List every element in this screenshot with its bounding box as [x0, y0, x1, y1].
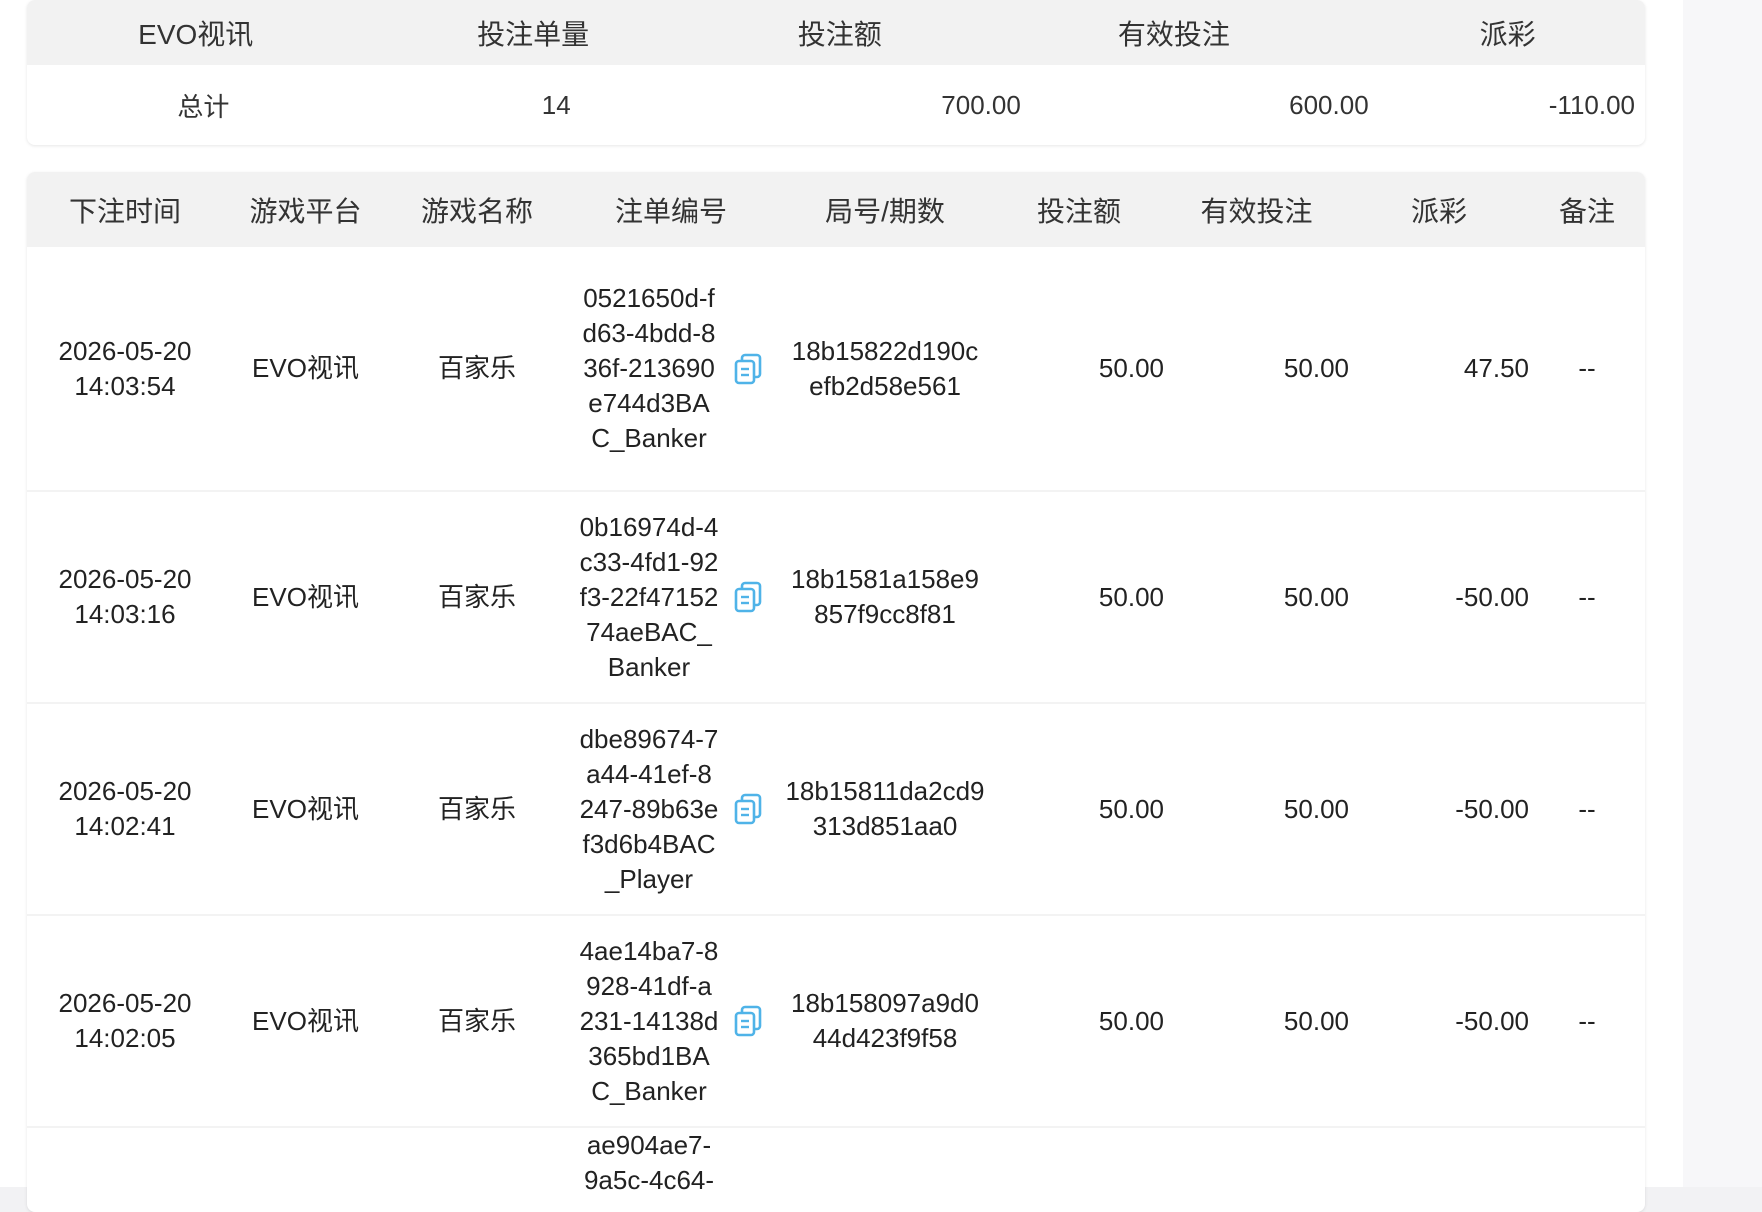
summary-total-row: 总计 14 700.00 600.00 -110.00	[27, 65, 1645, 145]
copy-icon[interactable]	[733, 581, 763, 613]
bet-time-cell: 2026-05-20 14:02:41	[27, 704, 223, 914]
platform-cell: EVO视讯	[252, 353, 359, 383]
table-body: 2026-05-20 14:03:54 EVO视讯 百家乐 0521650d-fd…	[27, 247, 1645, 1212]
platform-cell: EVO视讯	[252, 793, 359, 824]
game-name-cell: 百家乐	[437, 793, 516, 824]
order-id-text: dbe89674-7a44-41ef-8247-89b63ef3d6b4BAC_…	[579, 723, 719, 894]
bet-amount-cell: 50.00	[1098, 581, 1164, 612]
order-id-text: ae904ae7- 9a5c-4c64-	[583, 1130, 715, 1195]
game-name-cell: 百家乐	[437, 581, 516, 612]
header-valid-bet: 有效投注	[1200, 195, 1313, 227]
remark-cell: --	[1578, 581, 1596, 612]
bet-date: 2026-05-20	[58, 776, 192, 806]
header-bet-amount: 投注额	[1036, 195, 1121, 227]
round-text: 18b1581a158e9857f9cc8f81	[791, 564, 979, 629]
header-round: 局号/期数	[825, 195, 945, 227]
order-id-cell: 4ae14ba7-8928-41df-a231-14138d365bd1BAC_…	[566, 916, 776, 1126]
valid-bet-cell: 50.00	[1283, 353, 1349, 383]
bet-time-cell: 2026-05-20 14:03:16	[27, 492, 223, 702]
summary-header: EVO视讯 投注单量 投注额 有效投注 派彩	[27, 0, 1645, 65]
remark-cell: --	[1578, 1005, 1596, 1036]
valid-bet-cell: 50.00	[1283, 581, 1349, 612]
round-cell: 18b158097a9d044d423f9f58	[776, 916, 994, 1126]
bet-time: 14:02:41	[74, 811, 176, 841]
valid-bet-cell: 50.00	[1283, 1005, 1349, 1036]
bet-date: 2026-05-20	[58, 564, 192, 594]
header-remark: 备注	[1558, 195, 1615, 227]
bet-date: 2026-05-20	[58, 335, 192, 366]
order-id-text: 0521650d-fd63-4bdd-836f-213690e744d3BAC_…	[582, 283, 716, 453]
round-text: 18b15822d190cefb2d58e561	[791, 335, 979, 401]
copy-icon[interactable]	[733, 1005, 763, 1037]
header-platform: 游戏平台	[249, 195, 362, 227]
game-name-cell: 百家乐	[437, 1005, 516, 1036]
bet-amount-cell: 50.00	[1098, 1005, 1164, 1036]
table-header: 下注时间 游戏平台 游戏名称 注单编号 局号/期数 投注额 有效投注 派彩 备注	[27, 172, 1645, 247]
round-text: 18b15811da2cd9313d851aa0	[785, 776, 985, 841]
table-row: ae904ae7- 9a5c-4c64-	[27, 1128, 1645, 1212]
bet-amount-cell: 50.00	[1098, 793, 1164, 824]
bet-time: 14:03:54	[74, 370, 176, 401]
bet-records-page: EVO视讯 投注单量 投注额 有效投注 派彩 总计 14 700.00 600.…	[0, 0, 1683, 1212]
round-cell: 18b15811da2cd9313d851aa0	[776, 704, 994, 914]
remark-cell: --	[1578, 353, 1596, 383]
summary-total-label: 总计	[177, 91, 230, 122]
remark-cell: --	[1578, 793, 1596, 824]
platform-cell: EVO视讯	[252, 1005, 359, 1036]
summary-header-valid: 有效投注	[1117, 18, 1230, 50]
summary-total-count: 14	[541, 89, 571, 120]
order-id-cell: 0b16974d-4c33-4fd1-92f3-22f4715274aeBAC_…	[566, 492, 776, 702]
copy-icon[interactable]	[733, 793, 763, 825]
table-row: 2026-05-20 14:03:54 EVO视讯 百家乐 0521650d-fd…	[27, 247, 1645, 492]
payout-cell: -50.00	[1455, 793, 1529, 824]
order-id-cell: 0521650d-fd63-4bdd-836f-213690e744d3BAC_…	[566, 247, 776, 490]
summary-header-bet: 投注额	[797, 18, 882, 50]
platform-cell: EVO视讯	[252, 581, 359, 612]
payout-cell: -50.00	[1455, 1005, 1529, 1036]
summary-header-count: 投注单量	[477, 18, 590, 50]
summary-total-valid: 600.00	[1289, 89, 1369, 120]
payout-cell: -50.00	[1455, 581, 1529, 612]
order-id-text: 0b16974d-4c33-4fd1-92f3-22f4715274aeBAC_…	[579, 511, 719, 682]
game-name-cell: 百家乐	[437, 353, 516, 383]
order-id-cell: dbe89674-7a44-41ef-8247-89b63ef3d6b4BAC_…	[566, 704, 776, 914]
bet-records-table: 下注时间 游戏平台 游戏名称 注单编号 局号/期数 投注额 有效投注 派彩 备注…	[27, 172, 1645, 1212]
header-payout: 派彩	[1410, 195, 1467, 227]
header-game-name: 游戏名称	[420, 195, 533, 227]
table-row: 2026-05-20 14:02:05 EVO视讯 百家乐 4ae14ba7-89…	[27, 916, 1645, 1128]
header-bet-time: 下注时间	[68, 195, 181, 227]
summary-table: EVO视讯 投注单量 投注额 有效投注 派彩 总计 14 700.00 600.…	[27, 0, 1645, 145]
summary-header-platform: EVO视讯	[138, 18, 254, 50]
payout-cell: 47.50	[1463, 353, 1529, 383]
bet-time-cell: 2026-05-20 14:02:05	[27, 916, 223, 1126]
summary-total-payout: -110.00	[1548, 89, 1636, 120]
header-order-id: 注单编号	[614, 195, 727, 227]
bet-time: 14:03:16	[74, 599, 176, 629]
valid-bet-cell: 50.00	[1283, 793, 1349, 824]
summary-total-bet: 700.00	[941, 89, 1021, 120]
summary-header-payout: 派彩	[1479, 18, 1536, 50]
round-cell: 18b1581a158e9857f9cc8f81	[776, 492, 994, 702]
table-row: 2026-05-20 14:02:41 EVO视讯 百家乐 dbe89674-7a…	[27, 704, 1645, 916]
order-id-text: 4ae14ba7-8928-41df-a231-14138d365bd1BAC_…	[579, 935, 719, 1106]
copy-icon[interactable]	[733, 353, 763, 385]
bet-time: 14:02:05	[74, 1023, 176, 1053]
order-id-cell: ae904ae7- 9a5c-4c64-	[566, 1128, 776, 1212]
bet-time-cell: 2026-05-20 14:03:54	[27, 247, 223, 490]
bet-amount-cell: 50.00	[1098, 353, 1164, 383]
table-row: 2026-05-20 14:03:16 EVO视讯 百家乐 0b16974d-4c…	[27, 492, 1645, 704]
round-text: 18b158097a9d044d423f9f58	[791, 988, 979, 1053]
round-cell: 18b15822d190cefb2d58e561	[776, 247, 994, 490]
page-side-gutter	[1683, 0, 1762, 1187]
bet-date: 2026-05-20	[58, 988, 192, 1018]
